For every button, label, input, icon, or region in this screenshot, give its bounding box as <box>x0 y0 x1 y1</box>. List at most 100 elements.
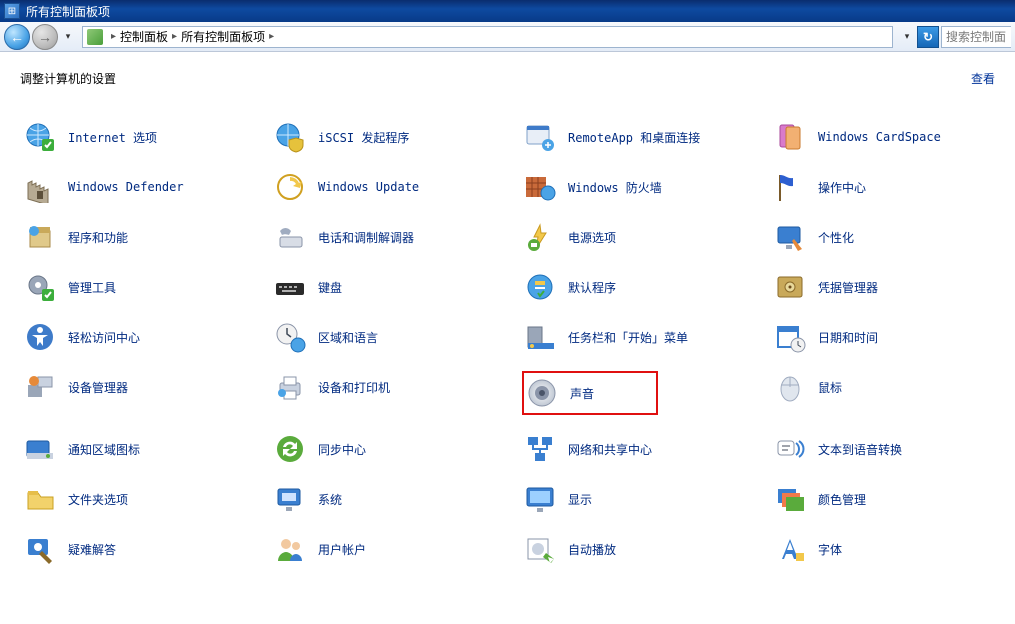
item-label: 轻松访问中心 <box>68 329 140 346</box>
window-remote-icon <box>524 121 556 153</box>
control-panel-item-keyboard[interactable]: 键盘 <box>272 271 522 303</box>
control-panel-item-fonts[interactable]: 字体 <box>772 533 1015 565</box>
box-icon <box>24 221 56 253</box>
item-label: 声音 <box>570 385 594 402</box>
control-panel-item-sound[interactable]: 声音 <box>522 371 658 415</box>
control-panel-item-iscsi-initiator[interactable]: iSCSI 发起程序 <box>272 121 522 153</box>
page-heading: 调整计算机的设置 <box>20 70 116 87</box>
item-label: 区域和语言 <box>318 329 378 346</box>
breadcrumb-sep: ▸ <box>172 31 177 42</box>
control-panel-item-phone-modem[interactable]: 电话和调制解调器 <box>272 221 522 253</box>
window-title-bar: ⊞ 所有控制面板项 <box>0 0 1015 22</box>
item-label: 设备和打印机 <box>318 379 390 396</box>
item-label: 通知区域图标 <box>68 441 140 458</box>
control-panel-item-troubleshoot[interactable]: 疑难解答 <box>22 533 272 565</box>
control-panel-item-users[interactable]: 用户帐户 <box>272 533 522 565</box>
control-panel-item-programs[interactable]: 程序和功能 <box>22 221 272 253</box>
control-panel-item-update[interactable]: Windows Update <box>272 171 522 203</box>
forward-button[interactable]: → <box>32 24 58 50</box>
control-panel-item-autoplay[interactable]: 自动播放 <box>522 533 772 565</box>
control-panel-item-remoteapp[interactable]: RemoteApp 和桌面连接 <box>522 121 772 153</box>
system-icon <box>274 483 306 515</box>
control-panel-item-tts[interactable]: 文本到语音转换 <box>772 433 1015 465</box>
control-panel-item-cardspace[interactable]: Windows CardSpace <box>772 121 1015 153</box>
control-panel-item-region[interactable]: 区域和语言 <box>272 321 522 353</box>
address-bar[interactable]: ▸ 控制面板 ▸ 所有控制面板项 ▸ <box>82 26 893 48</box>
item-label: 任务栏和「开始」菜单 <box>568 329 688 346</box>
card-icon <box>774 121 806 153</box>
control-panel-item-folder-options[interactable]: 文件夹选项 <box>22 483 272 515</box>
address-dropdown[interactable]: ▾ <box>899 26 915 48</box>
breadcrumb-sep: ▸ <box>269 31 274 42</box>
search-placeholder: 搜索控制面 <box>946 28 1006 45</box>
control-panel-grid: Internet 选项 iSCSI 发起程序RemoteApp 和桌面连接 Wind… <box>22 121 995 565</box>
item-label: 自动播放 <box>568 541 616 558</box>
globe-shield-icon <box>274 121 306 153</box>
control-panel-item-personalize[interactable]: 个性化 <box>772 221 1015 253</box>
window-title-text: 所有控制面板项 <box>26 3 110 20</box>
control-panel-item-defaults[interactable]: 默认程序 <box>522 271 772 303</box>
content-header: 调整计算机的设置 查看 <box>20 70 995 87</box>
item-label: Windows CardSpace <box>818 130 941 144</box>
update-icon <box>274 171 306 203</box>
item-label: 电话和调制解调器 <box>318 229 414 246</box>
control-panel-item-firewall[interactable]: Windows 防火墙 <box>522 171 772 203</box>
keyboard-icon <box>274 271 306 303</box>
control-panel-item-system[interactable]: 系统 <box>272 483 522 515</box>
item-label: 操作中心 <box>818 179 866 196</box>
item-label: Windows Update <box>318 180 419 194</box>
sync-icon <box>274 433 306 465</box>
control-panel-item-mouse[interactable]: 鼠标 <box>772 371 1015 403</box>
control-panel-item-ease-access[interactable]: 轻松访问中心 <box>22 321 272 353</box>
history-dropdown[interactable]: ▾ <box>60 26 76 48</box>
item-label: Internet 选项 <box>68 129 157 146</box>
control-panel-item-sync[interactable]: 同步中心 <box>272 433 522 465</box>
control-panel-item-taskbar[interactable]: 任务栏和「开始」菜单 <box>522 321 772 353</box>
control-panel-item-tray-icons[interactable]: 通知区域图标 <box>22 433 272 465</box>
refresh-button[interactable]: ↻ <box>917 26 939 48</box>
clock-globe-icon <box>274 321 306 353</box>
tray-icon <box>24 433 56 465</box>
item-label: 管理工具 <box>68 279 116 296</box>
breadcrumb-current[interactable]: 所有控制面板项 <box>181 28 265 45</box>
control-panel-item-color[interactable]: 颜色管理 <box>772 483 1015 515</box>
item-label: Windows 防火墙 <box>568 179 662 196</box>
safe-icon <box>774 271 806 303</box>
users-icon <box>274 533 306 565</box>
control-panel-item-devices-printers[interactable]: 设备和打印机 <box>272 371 522 403</box>
fonts-icon <box>774 533 806 565</box>
back-button[interactable]: ← <box>4 24 30 50</box>
control-panel-item-action-center[interactable]: 操作中心 <box>772 171 1015 203</box>
item-label: 程序和功能 <box>68 229 128 246</box>
control-panel-item-defender[interactable]: Windows Defender <box>22 171 272 203</box>
control-panel-item-device-mgr[interactable]: 设备管理器 <box>22 371 272 403</box>
control-panel-item-credentials[interactable]: 凭据管理器 <box>772 271 1015 303</box>
taskbar-icon <box>524 321 556 353</box>
item-label: 显示 <box>568 491 592 508</box>
item-label: 设备管理器 <box>68 379 128 396</box>
view-by-link[interactable]: 查看 <box>971 70 995 87</box>
navigation-bar: ← → ▾ ▸ 控制面板 ▸ 所有控制面板项 ▸ ▾ ↻ 搜索控制面 <box>0 22 1015 52</box>
troubleshoot-icon <box>24 533 56 565</box>
item-label: Windows Defender <box>68 180 184 194</box>
breadcrumb-sep: ▸ <box>111 31 116 42</box>
autoplay-icon <box>524 533 556 565</box>
item-label: 系统 <box>318 491 342 508</box>
item-label: 文件夹选项 <box>68 491 128 508</box>
phone-icon <box>274 221 306 253</box>
search-input[interactable]: 搜索控制面 <box>941 26 1011 48</box>
control-panel-item-datetime[interactable]: 日期和时间 <box>772 321 1015 353</box>
devices-icon <box>24 371 56 403</box>
control-panel-item-admin-tools[interactable]: 管理工具 <box>22 271 272 303</box>
breadcrumb-root[interactable]: 控制面板 <box>120 28 168 45</box>
control-panel-item-internet-options[interactable]: Internet 选项 <box>22 121 272 153</box>
item-label: 同步中心 <box>318 441 366 458</box>
control-panel-item-network[interactable]: 网络和共享中心 <box>522 433 772 465</box>
battery-icon <box>524 221 556 253</box>
flag-icon <box>774 171 806 203</box>
control-panel-icon <box>87 29 103 45</box>
control-panel-item-display[interactable]: 显示 <box>522 483 772 515</box>
mouse-icon <box>774 371 806 403</box>
item-label: 颜色管理 <box>818 491 866 508</box>
control-panel-item-power[interactable]: 电源选项 <box>522 221 772 253</box>
